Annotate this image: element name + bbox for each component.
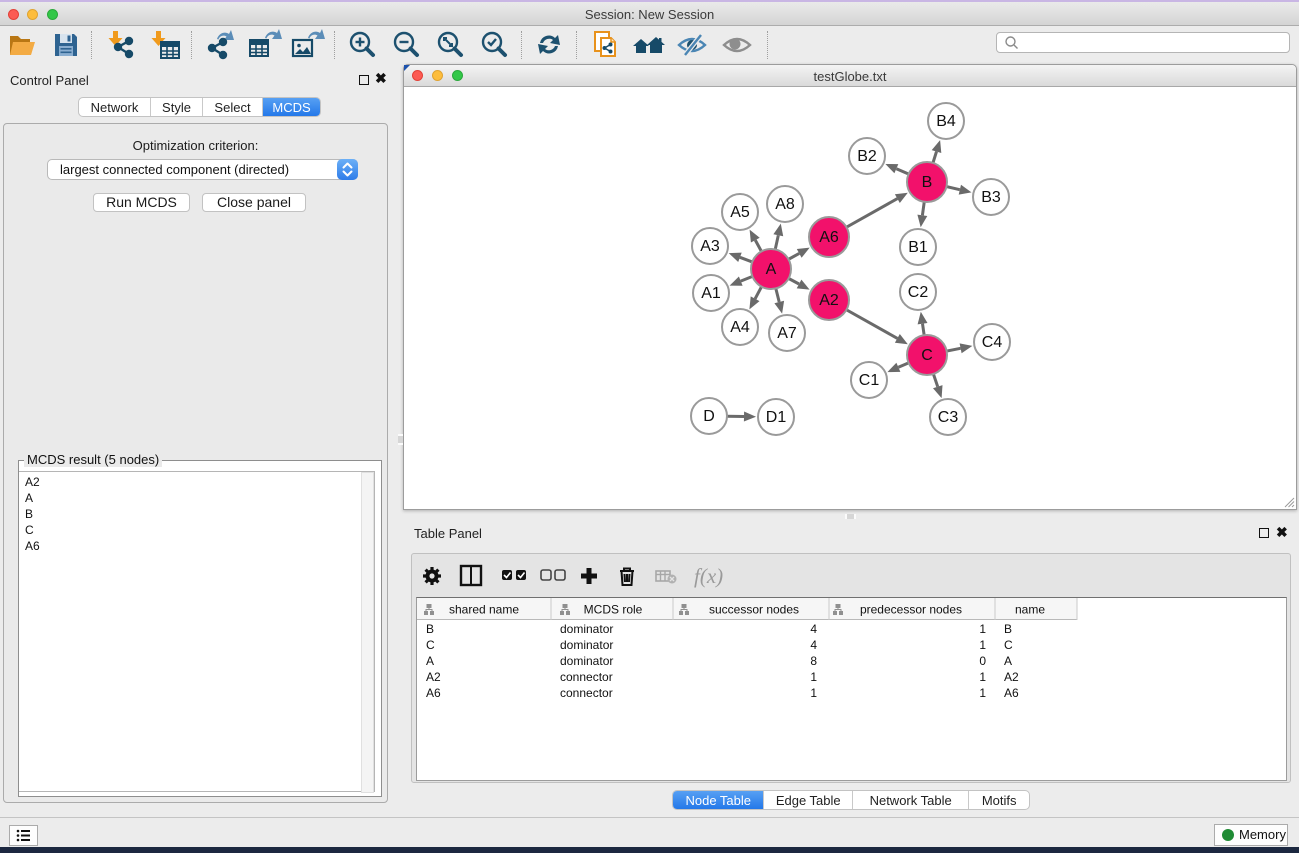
svg-text:A8: A8 [775, 196, 795, 213]
svg-text:1: 1 [979, 686, 986, 700]
svg-text:B4: B4 [936, 113, 956, 130]
svg-text:D: D [703, 408, 715, 425]
svg-text:D1: D1 [766, 409, 787, 426]
svg-text:B: B [1004, 622, 1012, 636]
svg-text:1: 1 [979, 638, 986, 652]
svg-text:A2: A2 [819, 292, 839, 309]
svg-text:4: 4 [810, 622, 817, 636]
svg-text:C: C [921, 347, 933, 364]
svg-text:A: A [1004, 654, 1012, 668]
svg-text:dominator: dominator [560, 654, 613, 668]
svg-text:B3: B3 [981, 189, 1001, 206]
svg-text:A1: A1 [701, 285, 721, 302]
svg-text:1: 1 [810, 686, 817, 700]
svg-text:A: A [766, 261, 777, 278]
svg-text:B: B [426, 622, 434, 636]
svg-text:A2: A2 [426, 670, 441, 684]
svg-text:C: C [1004, 638, 1013, 652]
svg-text:f(x): f(x) [694, 564, 723, 588]
svg-text:shared name: shared name [449, 603, 519, 617]
svg-text:B1: B1 [908, 239, 928, 256]
svg-text:C2: C2 [908, 284, 929, 301]
svg-text:C4: C4 [982, 334, 1003, 351]
svg-text:A6: A6 [426, 686, 441, 700]
svg-text:C1: C1 [859, 372, 880, 389]
svg-text:0: 0 [979, 654, 986, 668]
svg-text:MCDS role: MCDS role [584, 603, 643, 617]
svg-text:A: A [426, 654, 434, 668]
svg-text:A6: A6 [1004, 686, 1019, 700]
svg-text:name: name [1015, 603, 1045, 617]
svg-text:dominator: dominator [560, 638, 613, 652]
svg-text:C: C [426, 638, 435, 652]
svg-text:A4: A4 [730, 319, 750, 336]
svg-text:successor nodes: successor nodes [709, 603, 799, 617]
svg-text:1: 1 [979, 622, 986, 636]
svg-text:8: 8 [810, 654, 817, 668]
svg-text:1: 1 [979, 670, 986, 684]
svg-text:A6: A6 [819, 229, 839, 246]
svg-text:connector: connector [560, 686, 613, 700]
svg-text:A3: A3 [700, 238, 720, 255]
svg-text:A5: A5 [730, 204, 750, 221]
svg-text:connector: connector [560, 670, 613, 684]
svg-text:dominator: dominator [560, 622, 613, 636]
svg-text:predecessor nodes: predecessor nodes [860, 603, 962, 617]
svg-text:B: B [922, 174, 933, 191]
svg-text:B2: B2 [857, 148, 877, 165]
svg-text:C3: C3 [938, 409, 959, 426]
svg-text:1: 1 [810, 670, 817, 684]
svg-text:4: 4 [810, 638, 817, 652]
svg-text:A7: A7 [777, 325, 797, 342]
svg-text:A2: A2 [1004, 670, 1019, 684]
